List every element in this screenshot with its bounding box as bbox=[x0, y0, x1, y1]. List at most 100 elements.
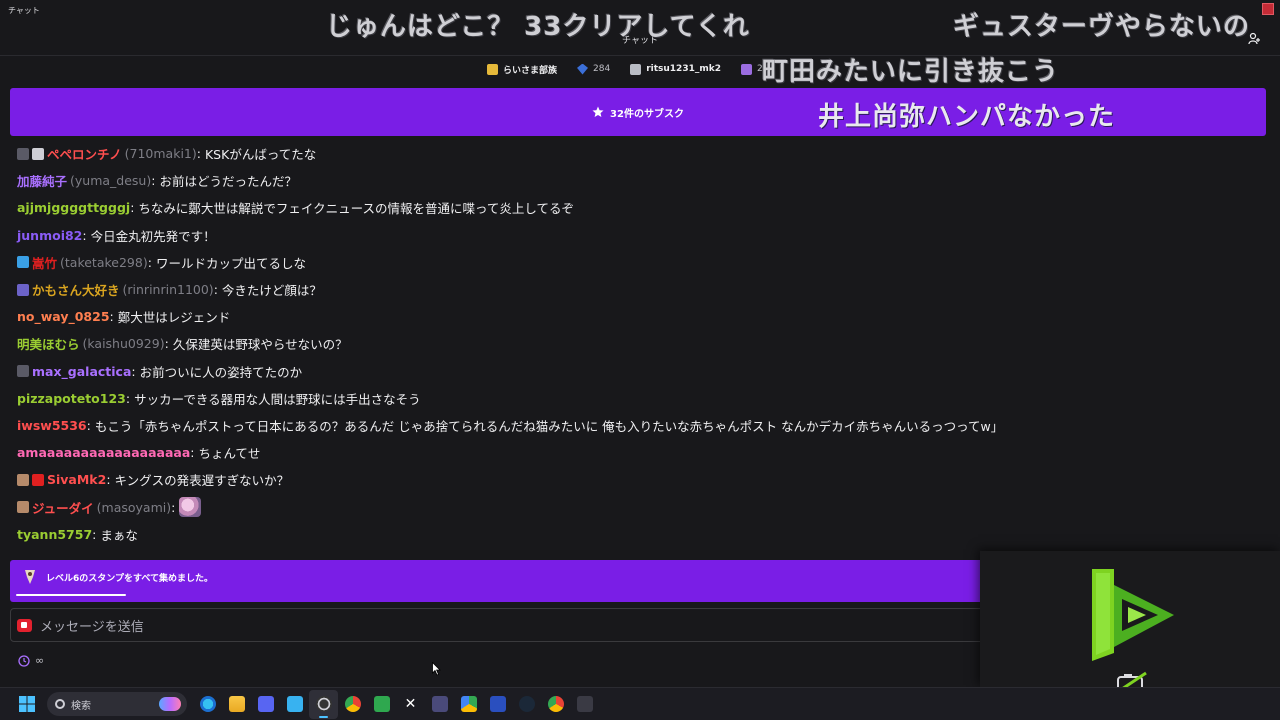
taskbar-app[interactable] bbox=[193, 690, 222, 719]
leaderboard-name: ritsu1231_mk2 bbox=[646, 64, 721, 74]
chat-message: SivaMk2: キングスの発表遅すぎないか？ bbox=[17, 466, 1257, 493]
chat-username[interactable]: ペペロンチノ bbox=[47, 144, 122, 163]
chat-username[interactable]: ajjmjggggttgggj bbox=[17, 200, 130, 215]
taskbar-app[interactable] bbox=[570, 690, 599, 719]
timer: ∞ bbox=[18, 654, 44, 667]
chat-message: 加藤純子 (yuma_desu): お前はどうだったんだ？ bbox=[17, 167, 1257, 194]
chat-username[interactable]: iwsw5536 bbox=[17, 418, 87, 433]
chat-login[interactable]: (yuma_desu) bbox=[70, 173, 151, 188]
chat-text: もこう「赤ちゃんポストって日本にあるの？あるんだ じゃあ捨てられるんだね猫みたい… bbox=[94, 418, 1004, 434]
chat-login[interactable]: (710maki1) bbox=[125, 146, 197, 161]
taskbar-app[interactable] bbox=[367, 690, 396, 719]
taskbar: 検索 ✕ bbox=[0, 687, 1280, 720]
badge-blue-icon[interactable] bbox=[17, 256, 29, 269]
chat-username[interactable]: pizzapoteto123 bbox=[17, 391, 126, 406]
taskbar-app[interactable] bbox=[483, 690, 512, 719]
chat-text: 今きたけど顔は？ bbox=[221, 283, 322, 299]
badge-red-icon[interactable] bbox=[32, 473, 44, 486]
gift-gold-icon bbox=[487, 63, 498, 75]
chat-separator: : bbox=[106, 472, 111, 488]
search-icon bbox=[55, 699, 65, 709]
emote-icon[interactable] bbox=[179, 497, 202, 518]
badge-purple-icon[interactable] bbox=[17, 283, 29, 296]
chrome-icon-2 bbox=[547, 696, 564, 712]
chat-message: 嵩竹 (taketake298): ワールドカップ出てるしな bbox=[17, 249, 1257, 276]
chat-username[interactable]: 嵩竹 bbox=[32, 253, 57, 272]
edge-icon bbox=[199, 696, 216, 712]
chat-separator: : bbox=[190, 445, 195, 461]
overlay-comment: ギュスターヴやらないの bbox=[953, 12, 1251, 42]
taskbar-app[interactable] bbox=[338, 690, 367, 719]
leaderboard-count: 284 bbox=[593, 64, 611, 74]
overlay-comment: 井上尚弥ハンパなかった bbox=[818, 102, 1116, 132]
search-highlight-icon bbox=[159, 697, 181, 711]
chat-message: iwsw5536: もこう「赤ちゃんポストって日本にあるの？あるんだ じゃあ捨てら… bbox=[17, 412, 1257, 439]
app-icon bbox=[431, 696, 448, 712]
chat-login[interactable]: (masoyami) bbox=[97, 500, 171, 515]
chat-message: junmoi82: 今日金丸初先発です！ bbox=[17, 222, 1257, 249]
overlay-comment: じゅんはどこ？ 33クリアしてくれ bbox=[326, 12, 750, 42]
chat-text: 今日金丸初先発です！ bbox=[90, 228, 216, 244]
chat-login[interactable]: (taketake298) bbox=[60, 255, 148, 270]
chat-separator: : bbox=[171, 499, 176, 515]
chat-message: tyann5757: まぁな bbox=[17, 521, 1257, 548]
chat-username[interactable]: かもさん大好き bbox=[32, 280, 120, 299]
gift-purple-icon bbox=[740, 63, 752, 75]
chat-text: ちなみに鄭大世は解説でフェイクニュースの情報を普通に喋って炎上してるぞ bbox=[138, 201, 575, 217]
taskbar-app[interactable] bbox=[280, 690, 309, 719]
taskbar-app[interactable] bbox=[251, 690, 280, 719]
taskbar-app[interactable] bbox=[425, 690, 454, 719]
chat-username[interactable]: max_galactica bbox=[32, 364, 131, 379]
leaderboard: らいさま部族 284 ritsu1231_mk2 2 bbox=[487, 62, 763, 76]
chat-username[interactable]: tyann5757 bbox=[17, 527, 92, 542]
chat-username[interactable]: amaaaaaaaaaaaaaaaaaa bbox=[17, 445, 190, 460]
badge-gray-icon[interactable] bbox=[17, 365, 29, 378]
subscription-banner-text: 32件のサブスク bbox=[610, 108, 684, 120]
chat-separator: : bbox=[92, 526, 97, 542]
taskbar-search-label: 検索 bbox=[71, 700, 91, 712]
taskbar-app[interactable]: ✕ bbox=[396, 690, 425, 719]
chat-text: サッカーできる器用な人間は野球には手出さなそう bbox=[134, 391, 421, 407]
taskbar-app[interactable] bbox=[541, 690, 570, 719]
screen: チャット チャット らいさま部族 284 ritsu1231_mk2 2 32件… bbox=[0, 0, 1280, 720]
leaderboard-item[interactable]: 284 bbox=[577, 63, 611, 75]
record-icon[interactable] bbox=[17, 618, 32, 632]
chat-input-placeholder: メッセージを送信 bbox=[40, 619, 144, 635]
chat-text: まぁな bbox=[100, 527, 138, 543]
stamp-icon bbox=[25, 570, 35, 584]
leaderboard-item[interactable]: らいさま部族 bbox=[487, 63, 557, 76]
chat-username[interactable]: no_way_0825 bbox=[17, 309, 110, 324]
leaderboard-item[interactable]: 2 bbox=[740, 63, 763, 75]
chat-message: かもさん大好き (rinrinrin1100): 今きたけど顔は？ bbox=[17, 276, 1257, 303]
taskbar-app[interactable] bbox=[454, 690, 483, 719]
close-button[interactable] bbox=[1262, 3, 1274, 15]
chat-message: ajjmjggggttgggj: ちなみに鄭大世は解説でフェイクニュースの情報を普… bbox=[17, 194, 1257, 221]
chat-login[interactable]: (kaishu0929) bbox=[83, 336, 165, 351]
chat-separator: : bbox=[151, 173, 156, 189]
start-button[interactable] bbox=[12, 690, 41, 719]
header-divider bbox=[0, 55, 1280, 56]
chat-username[interactable]: 加藤純子 bbox=[17, 171, 67, 190]
chat-username[interactable]: 明美ほむら bbox=[17, 334, 80, 353]
chat-login[interactable]: (rinrinrin1100) bbox=[123, 282, 214, 297]
snip-icon bbox=[489, 696, 506, 712]
chat-text: キングスの発表遅すぎないか？ bbox=[114, 473, 290, 489]
taskbar-app[interactable] bbox=[309, 689, 338, 719]
chat-username[interactable]: SivaMk2 bbox=[47, 472, 106, 487]
chat-username[interactable]: junmoi82 bbox=[17, 228, 82, 243]
taskbar-app[interactable] bbox=[512, 690, 541, 719]
users-icon[interactable] bbox=[1248, 32, 1262, 46]
chat-separator: : bbox=[130, 200, 135, 216]
badge-photo-icon[interactable] bbox=[17, 473, 29, 486]
chat-separator: : bbox=[82, 227, 87, 243]
badge-gray-icon[interactable] bbox=[17, 147, 29, 160]
chat-username[interactable]: ジューダイ bbox=[32, 498, 94, 517]
steam-icon bbox=[518, 696, 535, 712]
terminal-icon bbox=[576, 696, 593, 712]
leaderboard-item[interactable]: ritsu1231_mk2 bbox=[630, 63, 721, 75]
badge-photo-icon[interactable] bbox=[17, 501, 29, 514]
badge-speaker-icon[interactable] bbox=[32, 147, 44, 160]
taskbar-search[interactable]: 検索 bbox=[47, 692, 187, 716]
taskbar-app[interactable] bbox=[222, 690, 251, 719]
chat-message: max_galactica: お前ついに人の姿持てたのか bbox=[17, 358, 1257, 385]
